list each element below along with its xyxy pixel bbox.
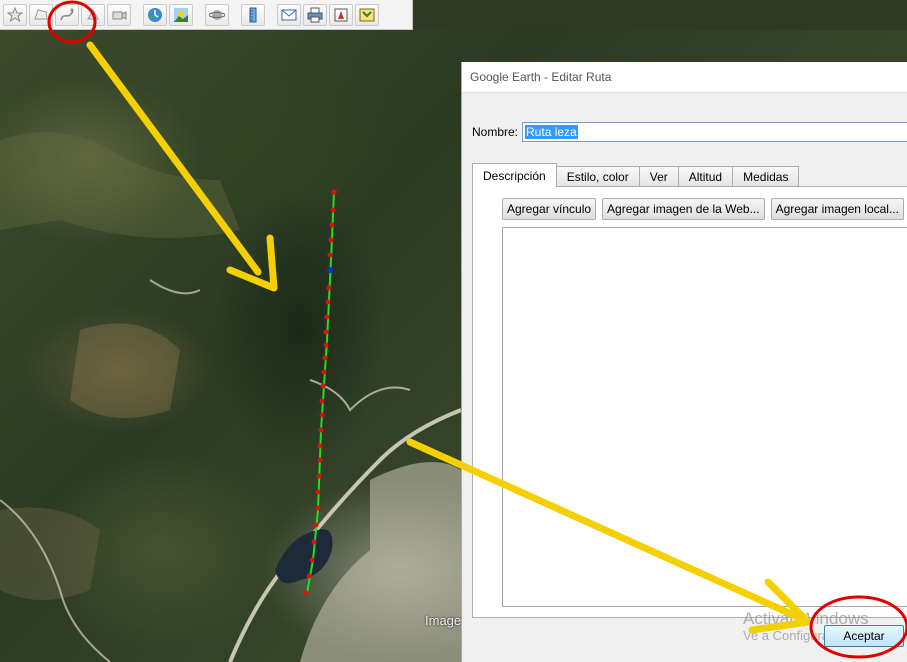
record-tour-icon[interactable]: [107, 3, 131, 26]
tab-estilo-color[interactable]: Estilo, color: [555, 166, 640, 187]
sunlight-icon[interactable]: [169, 3, 193, 26]
name-input[interactable]: Ruta leza: [522, 122, 907, 142]
add-web-image-button[interactable]: Agregar imagen de la Web...: [602, 198, 765, 220]
add-overlay-icon[interactable]: [81, 3, 105, 26]
email-icon[interactable]: [277, 3, 301, 26]
description-toolbar: Agregar vínculo Agregar imagen de la Web…: [502, 198, 904, 220]
tab-bar: Descripción Estilo, color Ver Altitud Me…: [472, 163, 800, 187]
description-textarea[interactable]: [502, 227, 907, 607]
view-in-maps-icon[interactable]: [355, 3, 379, 26]
description-panel: Agregar vínculo Agregar imagen de la Web…: [472, 186, 907, 618]
ok-button[interactable]: Aceptar: [824, 625, 904, 647]
tab-descripcion[interactable]: Descripción: [472, 163, 557, 187]
ruler-icon[interactable]: [241, 3, 265, 26]
toolbar: [0, 0, 413, 30]
imagery-attribution: Image: [425, 613, 462, 628]
add-polygon-icon[interactable]: [29, 3, 53, 26]
selected-route-point[interactable]: [327, 267, 333, 273]
tab-ver[interactable]: Ver: [638, 166, 679, 187]
dialog-title: Google Earth - Editar Ruta: [462, 62, 907, 93]
switch-planet-icon[interactable]: [205, 3, 229, 26]
tab-medidas[interactable]: Medidas: [732, 166, 800, 187]
tab-altitud[interactable]: Altitud: [677, 166, 734, 187]
add-local-image-button[interactable]: Agregar imagen local...: [770, 198, 904, 220]
save-image-icon[interactable]: [329, 3, 353, 26]
print-icon[interactable]: [303, 3, 327, 26]
add-path-icon[interactable]: [55, 3, 79, 26]
name-label: Nombre:: [472, 125, 519, 139]
historical-imagery-icon[interactable]: [143, 3, 167, 26]
add-link-button[interactable]: Agregar vínculo: [502, 198, 597, 220]
add-placemark-icon[interactable]: [3, 3, 27, 26]
name-input-value: Ruta leza: [525, 125, 578, 139]
edit-path-dialog: Google Earth - Editar Ruta Nombre: Ruta …: [461, 62, 907, 662]
name-row: Nombre: Ruta leza: [472, 122, 907, 142]
